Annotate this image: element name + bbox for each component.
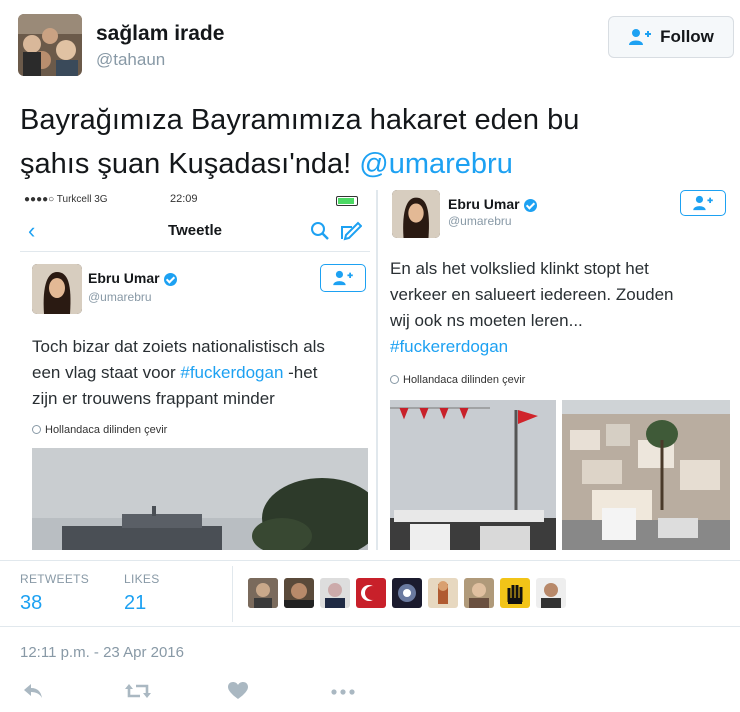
tweet-action-bar bbox=[0, 680, 740, 712]
follow-button[interactable]: Follow bbox=[608, 16, 734, 58]
translate-label: Hollandaca dilinden çevir bbox=[45, 424, 168, 436]
liker-avatar-icon bbox=[428, 578, 458, 608]
retweets-label[interactable]: RETWEETS bbox=[20, 572, 89, 586]
stats-bottom-divider bbox=[0, 626, 740, 627]
liker-avatar-icon bbox=[392, 578, 422, 608]
embedded-text-line-3: wij ook ns moeten leren... bbox=[390, 311, 583, 330]
status-time: 22:09 bbox=[170, 193, 198, 205]
attached-screenshot-right[interactable]: Ebru Umar @umarebru En als het volkslied… bbox=[384, 190, 730, 550]
stats-top-divider bbox=[0, 560, 740, 561]
liker-avatar[interactable] bbox=[248, 578, 278, 608]
author-handle: @umarebru bbox=[88, 290, 152, 304]
mention-link[interactable]: @umarebru bbox=[359, 148, 513, 180]
embedded-text-line-1: En als het volkslied klinkt stopt het bbox=[390, 259, 649, 278]
app-nav-bar: ‹ Tweetle bbox=[20, 212, 370, 252]
mini-follow-button bbox=[320, 264, 366, 292]
embedded-photo-flag-ceremony bbox=[390, 400, 556, 550]
group-photo-avatar-icon bbox=[18, 14, 82, 76]
tweet-text: Bayrağımıza Bayramımıza hakaret eden bu … bbox=[20, 98, 720, 186]
author-portrait-icon bbox=[32, 264, 82, 314]
embedded-text-line-2: een vlag staat voor #fuckerdogan -het bbox=[32, 360, 368, 386]
embedded-tweet-text: Toch bizar dat zoiets nationalistisch al… bbox=[32, 334, 368, 412]
phone-status-bar: ●●●●○ Turkcell 3G 22:09 bbox=[20, 190, 370, 212]
liker-avatar-icon bbox=[536, 578, 566, 608]
retweets-count[interactable]: 38 bbox=[20, 592, 42, 615]
liker-avatar[interactable] bbox=[392, 578, 422, 608]
tweet-timestamp[interactable]: 12:11 p.m. - 23 Apr 2016 bbox=[20, 644, 184, 661]
tweet-card: sağlam irade @tahaun Follow Bayrağımıza … bbox=[0, 0, 740, 712]
user-avatar[interactable] bbox=[18, 14, 82, 76]
like-heart-icon[interactable] bbox=[228, 682, 248, 700]
tweet-text-line-2-body: şahıs şuan Kuşadası'nda! bbox=[20, 148, 352, 180]
embedded-text-line-3: zijn er trouwens frappant minder bbox=[32, 389, 275, 408]
verified-badge-icon bbox=[163, 272, 177, 286]
verified-badge-icon bbox=[523, 198, 537, 212]
liker-avatar[interactable] bbox=[356, 578, 386, 608]
hashtag-link: #fuckerdogan bbox=[180, 363, 284, 382]
likes-label[interactable]: LIKES bbox=[124, 572, 160, 586]
liker-avatar[interactable] bbox=[284, 578, 314, 608]
translate-label: Hollandaca dilinden çevir bbox=[403, 374, 526, 386]
translate-link: Hollandaca dilinden çevir bbox=[32, 424, 167, 436]
tweet-text-line-2: şahıs şuan Kuşadası'nda! @umarebru bbox=[20, 142, 720, 186]
likes-count[interactable]: 21 bbox=[124, 592, 146, 615]
embedded-photo-town bbox=[562, 400, 730, 550]
liker-avatar[interactable] bbox=[464, 578, 494, 608]
attached-screenshot-left[interactable]: ●●●●○ Turkcell 3G 22:09 ‹ Tweetle Ebru U… bbox=[20, 190, 370, 550]
author-portrait-icon bbox=[392, 190, 440, 238]
embedded-text-line-2-body: een vlag staat voor bbox=[32, 363, 181, 382]
liker-avatar[interactable] bbox=[320, 578, 350, 608]
globe-icon bbox=[32, 425, 41, 434]
liker-avatar-icon bbox=[356, 578, 386, 608]
carrier-text: ●●●●○ Turkcell 3G bbox=[24, 194, 108, 205]
user-handle[interactable]: @tahaun bbox=[96, 50, 165, 70]
add-user-icon bbox=[693, 195, 713, 211]
flag-ceremony-photo-icon bbox=[390, 400, 556, 550]
mini-follow-button bbox=[680, 190, 726, 216]
town-photo-icon bbox=[562, 400, 730, 550]
stats-separator bbox=[232, 566, 233, 622]
liker-avatar-icon bbox=[464, 578, 494, 608]
search-icon bbox=[311, 222, 329, 240]
retweet-icon[interactable] bbox=[124, 682, 152, 700]
more-options-icon[interactable] bbox=[330, 682, 356, 700]
reply-icon[interactable] bbox=[22, 682, 44, 700]
author-avatar bbox=[392, 190, 440, 238]
translate-link: Hollandaca dilinden çevir bbox=[390, 374, 525, 386]
battery-icon bbox=[336, 196, 358, 206]
liker-avatar-icon bbox=[248, 578, 278, 608]
tweet-text-line-1: Bayrağımıza Bayramımıza hakaret eden bu bbox=[20, 104, 580, 136]
liker-avatar-icon bbox=[284, 578, 314, 608]
add-user-icon bbox=[333, 270, 353, 286]
embedded-text-line-2: verkeer en salueert iedereen. Zouden bbox=[390, 285, 674, 304]
liker-avatar[interactable] bbox=[536, 578, 566, 608]
liker-avatars bbox=[248, 578, 566, 608]
rabia-sign-icon bbox=[500, 578, 530, 608]
embedded-text-line-1: Toch bizar dat zoiets nationalistisch al… bbox=[32, 337, 325, 356]
hashtag-link: #fuckererdogan bbox=[390, 337, 509, 356]
liker-avatar-icon bbox=[320, 578, 350, 608]
author-name: Ebru Umar bbox=[88, 270, 177, 286]
screenshot-divider bbox=[376, 190, 378, 550]
compose-icon bbox=[341, 221, 362, 241]
embedded-photo-skyline bbox=[32, 448, 368, 550]
author-name-text: Ebru Umar bbox=[88, 270, 160, 286]
globe-icon bbox=[390, 375, 399, 384]
author-name-text: Ebru Umar bbox=[448, 196, 520, 212]
liker-avatar[interactable] bbox=[500, 578, 530, 608]
follow-button-label: Follow bbox=[660, 27, 714, 46]
author-name: Ebru Umar bbox=[448, 196, 537, 212]
author-handle: @umarebru bbox=[448, 214, 512, 228]
add-user-icon bbox=[629, 29, 652, 45]
embedded-tweet-text: En als het volkslied klinkt stopt het ve… bbox=[390, 256, 728, 360]
user-display-name[interactable]: sağlam irade bbox=[96, 22, 224, 46]
skyline-photo-icon bbox=[32, 448, 368, 550]
liker-avatar[interactable] bbox=[428, 578, 458, 608]
author-avatar bbox=[32, 264, 82, 314]
embedded-text-line-2-tail: -het bbox=[283, 363, 318, 382]
